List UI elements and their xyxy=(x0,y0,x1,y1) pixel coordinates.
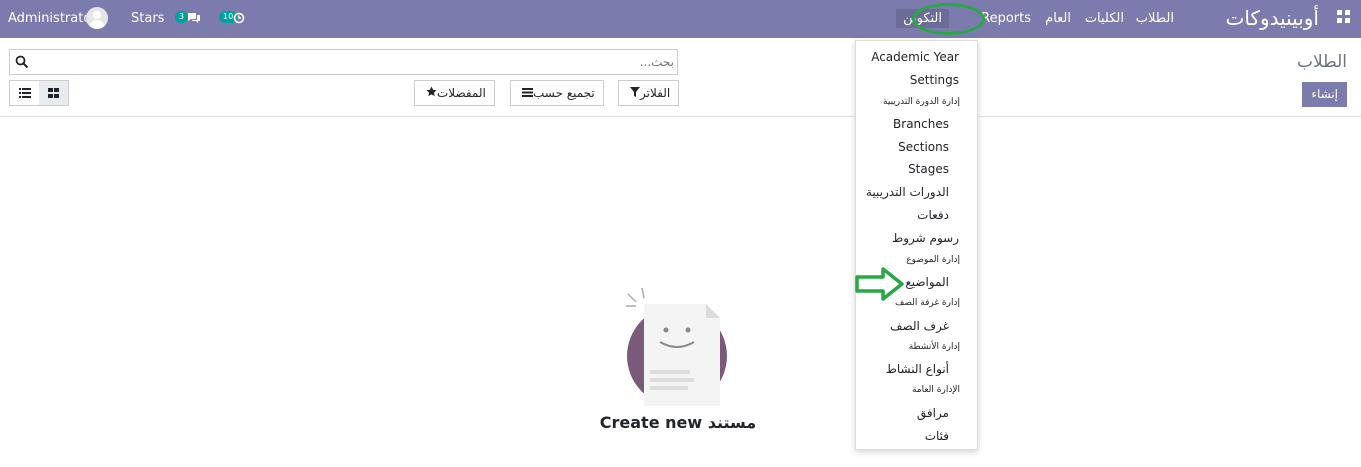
dropdown-header-course-management: إدارة الدورة التدريبية xyxy=(883,97,960,107)
list-icon xyxy=(18,88,31,98)
dropdown-item-branches[interactable]: Branches xyxy=(893,117,949,131)
filters-button[interactable]: الفلاتر xyxy=(618,80,680,106)
dropdown-item-subjects[interactable]: المواضيع xyxy=(905,275,949,289)
dropdown-header-general-management: الإدارة العامة xyxy=(911,385,960,395)
dropdown-item-sections[interactable]: Sections xyxy=(898,140,949,154)
view-switcher xyxy=(9,80,69,106)
dropdown-item-activity-types[interactable]: أنواع النشاط xyxy=(886,362,949,376)
dropdown-item-classrooms[interactable]: غرف الصف xyxy=(890,319,949,333)
empty-state-text: Create new مستند xyxy=(599,413,757,432)
dropdown-item-categories[interactable]: فئات xyxy=(925,429,949,443)
group-by-label: تجميع حسب xyxy=(533,86,595,100)
grid-icon xyxy=(48,88,59,98)
stars-link[interactable]: Stars xyxy=(131,11,164,26)
dropdown-item-facilities[interactable]: مرافق xyxy=(917,406,949,420)
create-button[interactable]: إنشاء xyxy=(1302,82,1347,107)
search-bar xyxy=(9,49,678,75)
search-icon[interactable] xyxy=(15,55,29,69)
star-icon xyxy=(426,86,437,97)
empty-document-illustration xyxy=(626,287,727,406)
menu-students[interactable]: الطلاب xyxy=(1136,11,1174,26)
search-input[interactable] xyxy=(34,50,674,74)
menu-reports[interactable]: Reports xyxy=(981,11,1031,26)
user-avatar[interactable] xyxy=(86,7,108,29)
apps-menu-icon[interactable] xyxy=(1337,10,1351,24)
top-navbar: أوبينيدوكات الطلاب الكليات العام Reports… xyxy=(0,0,1361,38)
annotation-arrow-icon xyxy=(855,267,904,301)
highlight-circle xyxy=(912,3,985,35)
dropdown-header-activity-management: إدارة الأنشطة xyxy=(908,342,960,352)
dropdown-item-courses[interactable]: الدورات التدريبية xyxy=(866,185,949,199)
chat-icon[interactable] xyxy=(187,12,201,24)
page-title: الطلاب xyxy=(1297,52,1347,72)
menu-colleges[interactable]: الكليات xyxy=(1085,11,1124,26)
favorites-button[interactable]: المفضلات xyxy=(414,80,495,106)
filter-icon xyxy=(630,87,640,97)
bars-icon xyxy=(522,88,533,97)
menu-year[interactable]: العام xyxy=(1045,11,1071,26)
dropdown-item-stages[interactable]: Stages xyxy=(908,162,949,176)
filters-label: الفلاتر xyxy=(640,86,671,100)
favorites-label: المفضلات xyxy=(437,86,486,100)
list-view-button[interactable] xyxy=(10,81,39,105)
app-brand[interactable]: أوبينيدوكات xyxy=(1226,6,1320,30)
group-by-button[interactable]: تجميع حسب xyxy=(510,80,604,106)
dropdown-item-fees-terms[interactable]: رسوم شروط xyxy=(892,231,959,245)
control-panel: الطلاب إنشاء الفلاتر تجميع حسب المفضلات xyxy=(0,38,1361,117)
kanban-view-button[interactable] xyxy=(39,81,68,105)
dropdown-item-academic-year[interactable]: Academic Year xyxy=(871,50,959,64)
configuration-dropdown: Academic Year Settings إدارة الدورة التد… xyxy=(855,40,978,450)
user-name[interactable]: Administrator xyxy=(8,11,97,26)
dropdown-header-subject-management: إدارة الموضوع xyxy=(906,255,960,265)
dropdown-item-batches[interactable]: دفعات xyxy=(917,208,949,222)
dropdown-item-settings[interactable]: Settings xyxy=(910,73,959,87)
clock-icon[interactable] xyxy=(233,11,245,24)
